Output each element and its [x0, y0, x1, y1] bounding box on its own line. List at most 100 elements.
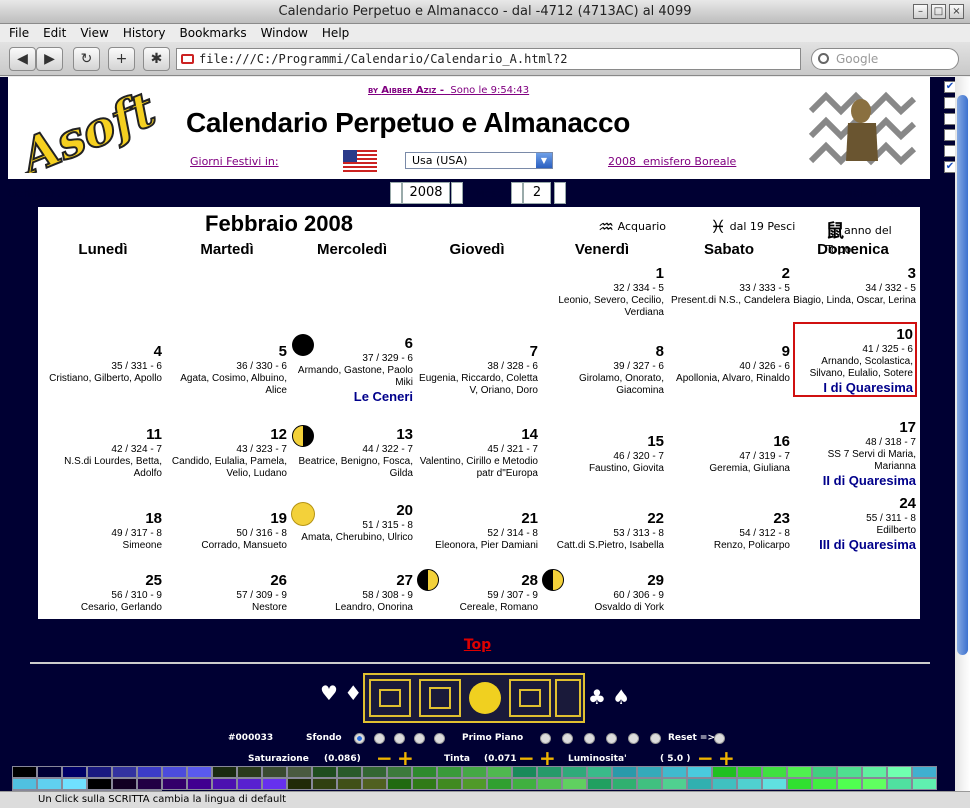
color-swatch[interactable] [912, 766, 937, 778]
color-swatch[interactable] [62, 766, 87, 778]
bg-radio-2[interactable] [374, 733, 385, 744]
bg-radio-4[interactable] [414, 733, 425, 744]
minimize-button[interactable]: – [913, 4, 928, 19]
day-cell-19[interactable]: 19 50 / 316 - 8 Corrado, Mansueto [163, 510, 287, 552]
bg-radio-5[interactable] [434, 733, 445, 744]
day-cell-28[interactable]: 28 59 / 307 - 9 Cereale, Romano [414, 572, 538, 614]
color-swatch[interactable] [837, 766, 862, 778]
color-swatch[interactable] [237, 766, 262, 778]
day-cell-13[interactable]: 13 44 / 322 - 7 Beatrice, Benigno, Fosca, … [289, 426, 413, 480]
bg-radio-1[interactable] [354, 733, 365, 744]
fg-radio-6[interactable] [650, 733, 661, 744]
option-checkbox-5[interactable] [944, 145, 955, 157]
color-swatch[interactable] [412, 778, 437, 790]
saturation-plus-button[interactable]: + [397, 748, 414, 768]
color-swatch[interactable] [137, 766, 162, 778]
year-increment-button[interactable] [451, 182, 463, 204]
color-swatch[interactable] [662, 778, 687, 790]
color-swatch[interactable] [812, 778, 837, 790]
color-swatch[interactable] [337, 766, 362, 778]
color-swatch[interactable] [412, 766, 437, 778]
color-swatch[interactable] [562, 778, 587, 790]
color-swatch[interactable] [487, 778, 512, 790]
day-cell-20[interactable]: 20 51 / 315 - 8 Amata, Cherubino, Ulrico [289, 502, 413, 544]
color-swatch[interactable] [662, 766, 687, 778]
scrollbar-thumb[interactable] [957, 95, 968, 655]
menu-file[interactable]: File [9, 24, 29, 42]
color-swatch[interactable] [262, 778, 287, 790]
author-line[interactable]: by Aibber Aziz - Sono le 9:54:43 [368, 85, 529, 96]
color-swatch[interactable] [587, 766, 612, 778]
holidays-label[interactable]: Giorni Festivi in: [190, 155, 279, 168]
prev-month-link[interactable]: Gennaio 2008 [8, 187, 85, 200]
day-cell-14[interactable]: 14 45 / 321 - 7 Valentino, Cirillo e Metod… [414, 426, 538, 480]
day-cell-29[interactable]: 29 60 / 306 - 9 Osvaldo di York [540, 572, 665, 614]
day-cell-17[interactable]: 17 48 / 318 - 7 SS 7 Servi di Maria, Maria… [792, 419, 916, 488]
color-swatch[interactable] [87, 778, 112, 790]
color-swatch[interactable] [287, 778, 312, 790]
color-swatch[interactable] [12, 778, 37, 790]
option-checkbox-2[interactable] [944, 97, 955, 109]
color-swatch[interactable] [262, 766, 287, 778]
color-swatch[interactable] [437, 778, 462, 790]
color-swatch[interactable] [737, 778, 762, 790]
color-swatch[interactable] [562, 766, 587, 778]
day-cell-21[interactable]: 21 52 / 314 - 8 Eleonora, Pier Damiani [414, 510, 538, 552]
day-cell-22[interactable]: 22 53 / 313 - 8 Catt.di S.Pietro, Isabella [540, 510, 664, 552]
day-cell-11[interactable]: 11 42 / 324 - 7 N.S.di Lourdes, Betta, Ado… [38, 426, 162, 480]
menu-window[interactable]: Window [261, 24, 308, 42]
luminosity-plus-button[interactable]: + [718, 748, 735, 768]
color-swatch[interactable] [687, 766, 712, 778]
menu-view[interactable]: View [80, 24, 108, 42]
day-cell-26[interactable]: 26 57 / 309 - 9 Nestore [163, 572, 287, 614]
fg-radio-3[interactable] [584, 733, 595, 744]
color-swatch[interactable] [862, 766, 887, 778]
day-cell-1[interactable]: 1 32 / 334 - 5 Leonio, Severo, Cecilio, Ve… [540, 265, 664, 319]
option-checkbox-4[interactable] [944, 129, 955, 141]
fg-radio-2[interactable] [562, 733, 573, 744]
next-month-link[interactable]: Marzo 2008 [843, 187, 908, 200]
option-checkbox-3[interactable] [944, 113, 955, 125]
color-swatch[interactable] [587, 778, 612, 790]
day-cell-24[interactable]: 24 55 / 311 - 8 Edilberto III di Quaresima [792, 495, 916, 552]
color-swatch[interactable] [512, 766, 537, 778]
menu-edit[interactable]: Edit [43, 24, 66, 42]
color-swatch[interactable] [362, 778, 387, 790]
color-swatch[interactable] [187, 778, 212, 790]
color-swatch[interactable] [337, 778, 362, 790]
hue-minus-button[interactable]: − [518, 748, 535, 768]
day-cell-15[interactable]: 15 46 / 320 - 7 Faustino, Giovita [540, 433, 664, 475]
color-swatch[interactable] [112, 766, 137, 778]
color-swatch[interactable] [637, 766, 662, 778]
color-swatch[interactable] [162, 766, 187, 778]
color-swatch[interactable] [87, 766, 112, 778]
color-swatch[interactable] [237, 778, 262, 790]
day-cell-6[interactable]: 6 37 / 329 - 6 Armando, Gastone, Paolo Mik… [289, 335, 413, 404]
color-swatch[interactable] [312, 766, 337, 778]
color-swatch[interactable] [187, 766, 212, 778]
color-swatch[interactable] [212, 766, 237, 778]
color-swatch[interactable] [212, 778, 237, 790]
color-swatch[interactable] [612, 778, 637, 790]
day-cell-25[interactable]: 25 56 / 310 - 9 Cesario, Gerlando [38, 572, 162, 614]
color-swatch[interactable] [912, 778, 937, 790]
year-decrement-button[interactable] [390, 182, 402, 204]
color-swatch[interactable] [287, 766, 312, 778]
day-cell-27[interactable]: 27 58 / 308 - 9 Leandro, Onorina [289, 572, 413, 614]
country-select[interactable]: Usa (USA) ▼ [405, 152, 553, 169]
color-swatch[interactable] [512, 778, 537, 790]
color-swatch[interactable] [37, 766, 62, 778]
color-swatch[interactable] [387, 778, 412, 790]
saturation-minus-button[interactable]: − [376, 748, 393, 768]
hemisphere-link[interactable]: 2008 emisfero Boreale [608, 155, 736, 168]
new-tab-button[interactable]: + [108, 47, 135, 71]
color-swatch[interactable] [62, 778, 87, 790]
color-swatch[interactable] [737, 766, 762, 778]
day-cell-4[interactable]: 4 35 / 331 - 6 Cristiano, Gilberto, Apollo [38, 343, 162, 385]
color-swatch[interactable] [712, 778, 737, 790]
menu-history[interactable]: History [123, 24, 166, 42]
fg-radio-5[interactable] [628, 733, 639, 744]
top-link[interactable]: Top [0, 637, 955, 653]
color-swatch[interactable] [487, 766, 512, 778]
color-swatch[interactable] [687, 778, 712, 790]
